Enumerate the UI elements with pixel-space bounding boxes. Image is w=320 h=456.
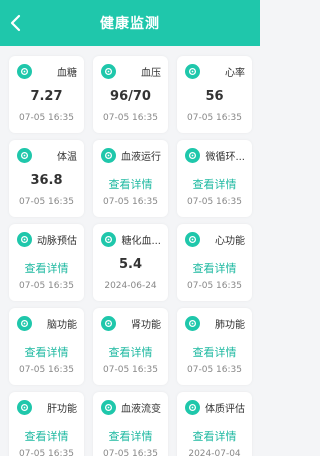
metric-value: 36.8 [30,173,63,188]
metric-timestamp: 07-05 16:35 [187,365,242,375]
metric-name: 血压 [141,68,161,79]
metric-timestamp: 07-05 16:35 [103,365,158,375]
metric-card[interactable]: 肾功能查看详情 07-05 16:35 [93,308,168,385]
kidney-icon [101,316,116,331]
metric-value: 96/70 [110,89,151,104]
view-details-link[interactable]: 查看详情 [177,260,252,276]
metric-name: 肾功能 [131,320,161,331]
metric-timestamp: 07-05 16:35 [19,197,74,207]
metric-name: 心功能 [215,236,245,247]
view-details-link[interactable]: 查看详情 [93,344,168,360]
metric-name: 微循环... [205,152,245,163]
metric-card[interactable]: 血液运行查看详情 07-05 16:35 [93,140,168,217]
metric-card[interactable]: 血液流变查看详情 07-05 16:35 [93,392,168,456]
view-details-link[interactable]: 查看详情 [93,176,168,192]
view-details-link[interactable]: 查看详情 [93,428,168,444]
metric-card[interactable]: 血压 96/70 07-05 16:35 [93,56,168,133]
metric-timestamp: 07-05 16:35 [19,113,74,123]
metric-name: 血糖 [57,68,77,79]
thermometer-icon [17,148,32,163]
view-details-link[interactable]: 查看详情 [9,344,84,360]
liver-icon [17,400,32,415]
page-title: 健康监测 [100,16,160,32]
metric-name: 体质评估 [205,404,245,415]
metric-timestamp: 07-05 16:35 [103,197,158,207]
heart-rate-icon [185,64,200,79]
metric-value: 5.4 [118,257,143,272]
metric-card[interactable]: 肝功能查看详情 07-05 16:35 [9,392,84,456]
blood-circulation-icon [101,148,116,163]
metric-timestamp: 07-05 16:35 [187,197,242,207]
view-details-link[interactable]: 查看详情 [177,176,252,192]
microcirculation-icon [185,148,200,163]
metric-timestamp: 07-05 16:35 [103,113,158,123]
metric-timestamp: 2024-07-04 [188,449,241,456]
view-details-link[interactable]: 查看详情 [177,344,252,360]
metric-timestamp: 07-05 16:35 [187,281,242,291]
metric-name: 糖化血... [121,236,161,247]
metric-value: 56 [205,89,224,104]
metric-name: 脑功能 [47,320,77,331]
view-details-link[interactable]: 查看详情 [177,428,252,444]
metric-timestamp: 07-05 16:35 [187,113,242,123]
metric-timestamp: 2024-06-24 [104,281,157,291]
metric-name: 体温 [57,152,77,163]
metric-name: 心率 [225,68,245,79]
lung-icon [185,316,200,331]
view-details-link[interactable]: 查看详情 [9,260,84,276]
metric-card[interactable]: 体质评估查看详情 2024-07-04 [177,392,252,456]
constitution-icon [185,400,200,415]
metric-name: 肺功能 [215,320,245,331]
metric-card[interactable]: 动脉预估查看详情 07-05 16:35 [9,224,84,301]
metric-name: 肝功能 [47,404,77,415]
metric-name: 血液流变 [121,404,161,415]
metric-value: 7.27 [30,89,63,104]
metric-card[interactable]: 体温 36.8 07-05 16:35 [9,140,84,217]
brain-icon [17,316,32,331]
metric-name: 动脉预估 [37,236,77,247]
metric-timestamp: 07-05 16:35 [19,449,74,456]
metric-name: 血液运行 [121,152,161,163]
artery-icon [17,232,32,247]
metric-card[interactable]: 心率 56 07-05 16:35 [177,56,252,133]
view-details-link[interactable]: 查看详情 [9,428,84,444]
metric-card[interactable]: 微循环... 查看详情 07-05 16:35 [177,140,252,217]
app-header: 健康监测 [0,0,260,46]
glycated-hemoglobin-icon [101,232,116,247]
metric-card[interactable]: 血糖 7.27 07-05 16:35 [9,56,84,133]
metric-card[interactable]: 肺功能查看详情 07-05 16:35 [177,308,252,385]
heart-function-icon [185,232,200,247]
metric-timestamp: 07-05 16:35 [19,365,74,375]
metric-timestamp: 07-05 16:35 [19,281,74,291]
metric-card[interactable]: 心功能查看详情 07-05 16:35 [177,224,252,301]
metric-timestamp: 07-05 16:35 [103,449,158,456]
metric-card[interactable]: 糖化血... 5.4 2024-06-24 [93,224,168,301]
blood-pressure-icon [101,64,116,79]
blood-sugar-icon [17,64,32,79]
metric-card[interactable]: 脑功能查看详情 07-05 16:35 [9,308,84,385]
blood-rheology-icon [101,400,116,415]
